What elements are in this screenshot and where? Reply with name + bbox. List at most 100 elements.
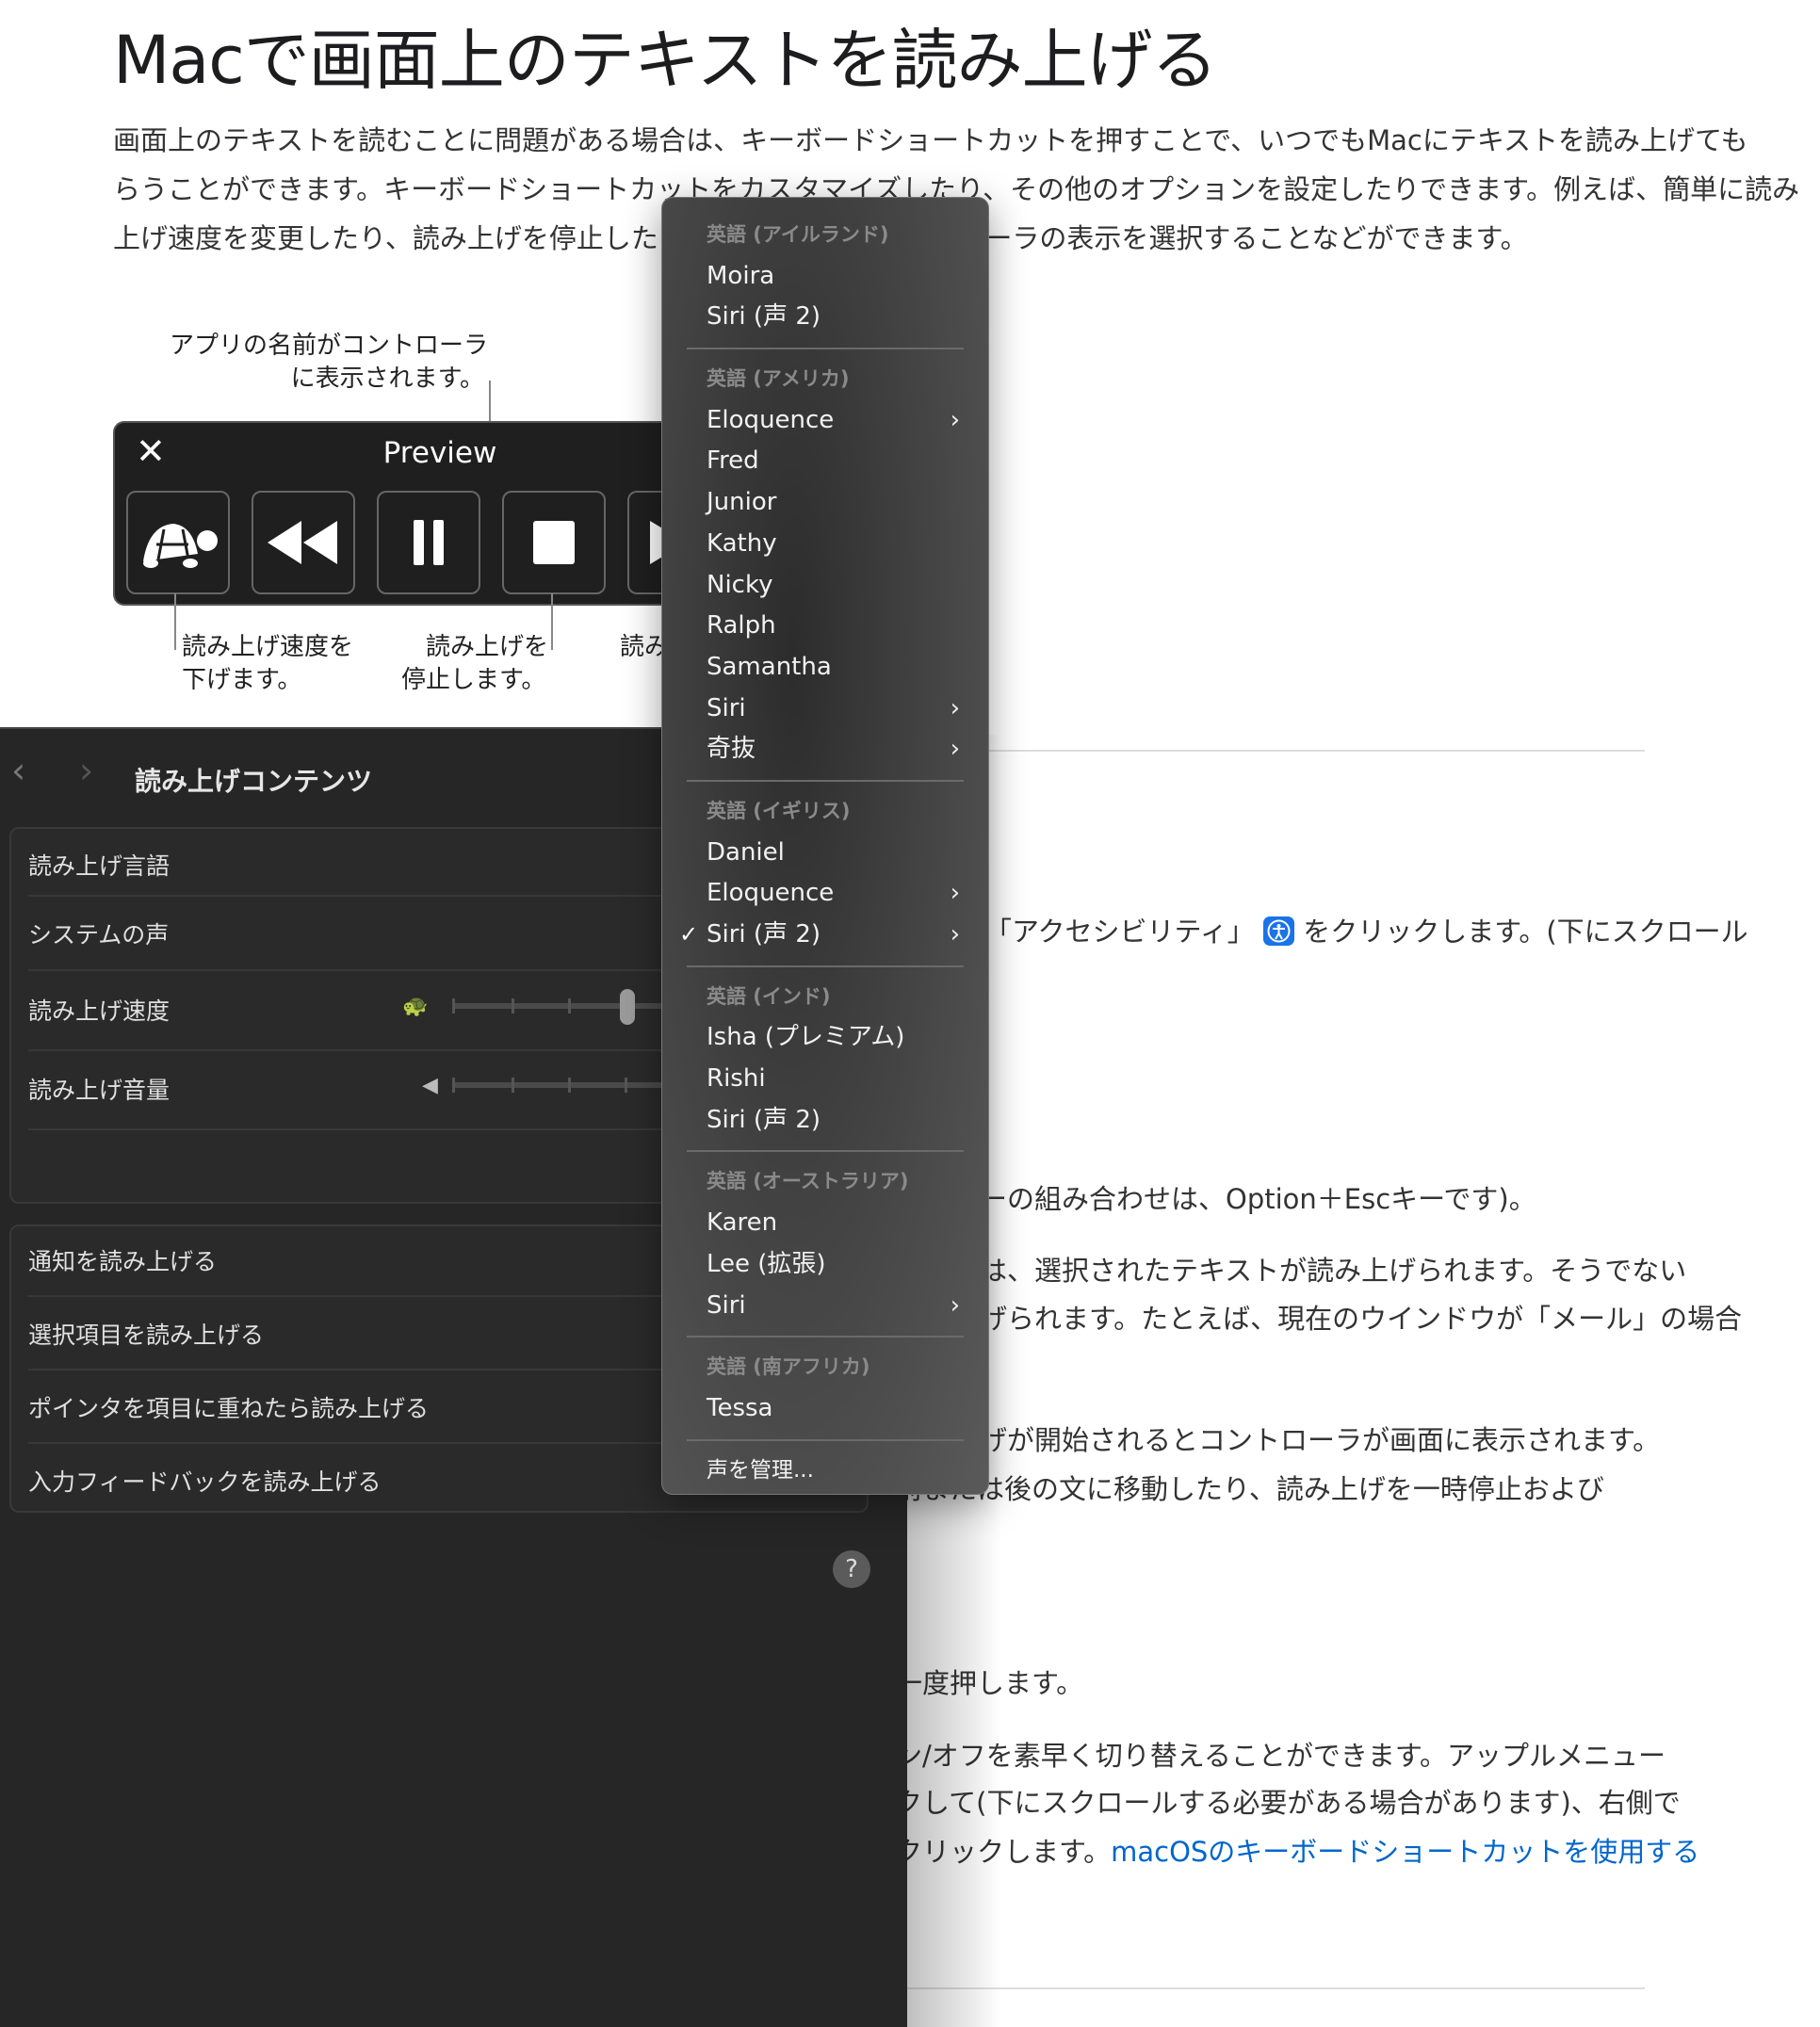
chevron-right-icon: ›	[950, 920, 960, 949]
menu-item-label: Rishi	[707, 1064, 766, 1094]
menu-item[interactable]: Eloquence ›	[662, 400, 988, 442]
toggle-line: ン/オフを素早く切り替えることができます。アップルメニュー	[895, 1740, 1666, 1772]
slider-tick	[512, 1078, 514, 1093]
intro-line: 画面上のテキストを読むことに問題がある場合は、キーボードショートカットを押すこと…	[113, 124, 1748, 156]
speaker-icon: ◀	[422, 1074, 438, 1097]
menu-item[interactable]: Ralph	[662, 606, 988, 647]
toggle-text: クリックします。macOSのキーボードショートカットを使用する	[895, 1830, 1699, 1870]
menu-separator	[662, 956, 988, 977]
pause-icon	[414, 520, 444, 565]
menu-item-label: Tessa	[707, 1393, 773, 1422]
menu-item-label: Siri (声 2)	[707, 1105, 821, 1134]
chevron-right-icon: ›	[950, 1290, 960, 1320]
keyboard-shortcuts-link[interactable]: macOSのキーボードショートカットを使用する	[1111, 1836, 1699, 1868]
toggle-text: クして(下にスクロールする必要がある場合があります)、右側で	[895, 1787, 1681, 1819]
callout-line: アプリの名前がコントローラ	[170, 332, 489, 360]
slider-tick	[512, 998, 514, 1014]
menu-item-label: Junior	[707, 488, 777, 517]
chevron-right-icon: ›	[950, 879, 960, 908]
menu-item[interactable]: Eloquence ›	[662, 873, 988, 915]
menu-item[interactable]: Junior	[662, 482, 988, 524]
manage-voices-item[interactable]: 声を管理...	[662, 1451, 988, 1492]
menu-item[interactable]: Siri (声 2) ✓ ›	[662, 915, 988, 956]
menu-section-header: 英語 (イギリス)	[707, 799, 851, 822]
menu-item[interactable]: Fred	[662, 441, 988, 482]
menu-item[interactable]: Kathy	[662, 524, 988, 565]
menu-item-label: Kathy	[707, 528, 777, 558]
chevron-right-icon: ›	[950, 405, 960, 434]
menu-item[interactable]: Rishi	[662, 1059, 988, 1100]
menu-section-header: 英語 (オーストラリア)	[707, 1170, 909, 1193]
voice-menu: 英語 (アイルランド) Moira Siri (声 2) 英語 (アメリカ) Eloqu…	[661, 197, 989, 1495]
menu-section-header: 英語 (アメリカ)	[707, 367, 850, 391]
menu-item[interactable]: Siri ›	[662, 689, 988, 730]
menu-section-header: 英語 (インド)	[707, 984, 831, 1008]
settings-title: 読み上げコンテンツ	[135, 766, 373, 797]
speech-rate-thumb[interactable]	[620, 989, 635, 1025]
menu-separator	[662, 338, 988, 359]
menu-separator	[662, 1430, 988, 1451]
callout-line: 停止します。	[401, 666, 546, 694]
menu-item-label: Eloquence	[707, 405, 835, 434]
menu-item[interactable]: Siri (声 2)	[662, 297, 988, 338]
menu-item-label: Ralph	[707, 611, 776, 641]
menu-separator	[662, 1326, 988, 1347]
callout-stop: 読み上げを 停止します。	[401, 631, 548, 697]
slider-tick	[568, 1078, 571, 1093]
slider-tick	[452, 998, 455, 1014]
chevron-right-icon: ›	[950, 693, 960, 722]
step-text: 「アクセシビリティ」	[984, 916, 1255, 948]
slider-tick	[568, 998, 571, 1014]
turtle-icon	[143, 524, 218, 568]
toggle-text: ン/オフを素早く切り替えることができます。アップルメニュー	[895, 1734, 1666, 1774]
menu-item-label: Siri (声 2)	[707, 920, 821, 949]
accessibility-icon	[1263, 916, 1295, 946]
menu-separator	[662, 770, 988, 791]
callout-line: 読み上げ速度を	[182, 633, 354, 661]
accessibility-step: 「アクセシビリティ」 をクリックします。(下にスクロール	[984, 910, 1748, 949]
menu-item-label: Nicky	[707, 570, 773, 599]
menu-section-header: 英語 (南アフリカ)	[707, 1355, 870, 1379]
menu-item-label: Siri	[707, 1290, 746, 1320]
checkmark-icon: ✓	[679, 921, 699, 948]
option-esc-text: ーの組み合わせは、Option＋Escキーです)。	[980, 1183, 1536, 1215]
callout-app-name: アプリの名前がコントローラ に表示されます。	[170, 330, 489, 396]
menu-item[interactable]: Siri ›	[662, 1286, 988, 1327]
help-button[interactable]: ?	[833, 1550, 870, 1588]
callout-slow: 読み上げ速度を 下げます。	[182, 631, 353, 697]
turtle-icon: 🐢	[402, 995, 429, 1018]
stop-icon	[533, 521, 575, 564]
callout-line: 読み上げを	[425, 633, 548, 661]
menu-item[interactable]: Moira	[662, 256, 988, 298]
menu-item-label: Moira	[707, 261, 775, 290]
menu-item-label: Eloquence	[707, 879, 835, 908]
menu-item[interactable]: Isha (プレミアム)	[662, 1017, 988, 1059]
menu-item[interactable]: Samantha	[662, 647, 988, 689]
menu-item-label: Fred	[707, 446, 759, 476]
page-title: Macで画面上のテキストを読み上げる	[113, 22, 1218, 99]
menu-item[interactable]: Daniel	[662, 833, 988, 874]
menu-item[interactable]: Karen	[662, 1203, 988, 1244]
callout-line-marker	[174, 593, 176, 650]
menu-item[interactable]: Siri (声 2)	[662, 1100, 988, 1142]
rewind-button[interactable]	[252, 491, 355, 594]
back-chevron-icon[interactable]: ‹	[11, 750, 25, 791]
slider-tick	[625, 1078, 627, 1093]
selected-text: げられます。たとえば、現在のウインドウが「メール」の場合	[980, 1303, 1743, 1335]
stop-button[interactable]	[502, 491, 606, 594]
menu-item[interactable]: 奇抜 ›	[662, 729, 988, 770]
menu-separator	[662, 1141, 988, 1161]
menu-item[interactable]: Lee (拡張)	[662, 1244, 988, 1286]
pause-button[interactable]	[377, 491, 480, 594]
menu-item-label: Isha (プレミアム)	[707, 1023, 905, 1052]
slower-button[interactable]	[126, 491, 230, 594]
menu-item-label: Karen	[707, 1208, 778, 1238]
menu-item[interactable]: Tessa	[662, 1388, 988, 1430]
selected-text: は、選択されたテキストが読み上げられます。そうでない	[980, 1255, 1687, 1287]
menu-item-label: Siri (声 2)	[707, 302, 821, 332]
forward-chevron-icon[interactable]: ›	[79, 750, 93, 791]
controller-text: げが開始されるとコントローラが画面に表示されます。	[980, 1424, 1661, 1456]
speech-controller: ✕ Preview	[113, 421, 697, 606]
rewind-icon	[268, 521, 337, 564]
menu-item[interactable]: Nicky	[662, 565, 988, 607]
